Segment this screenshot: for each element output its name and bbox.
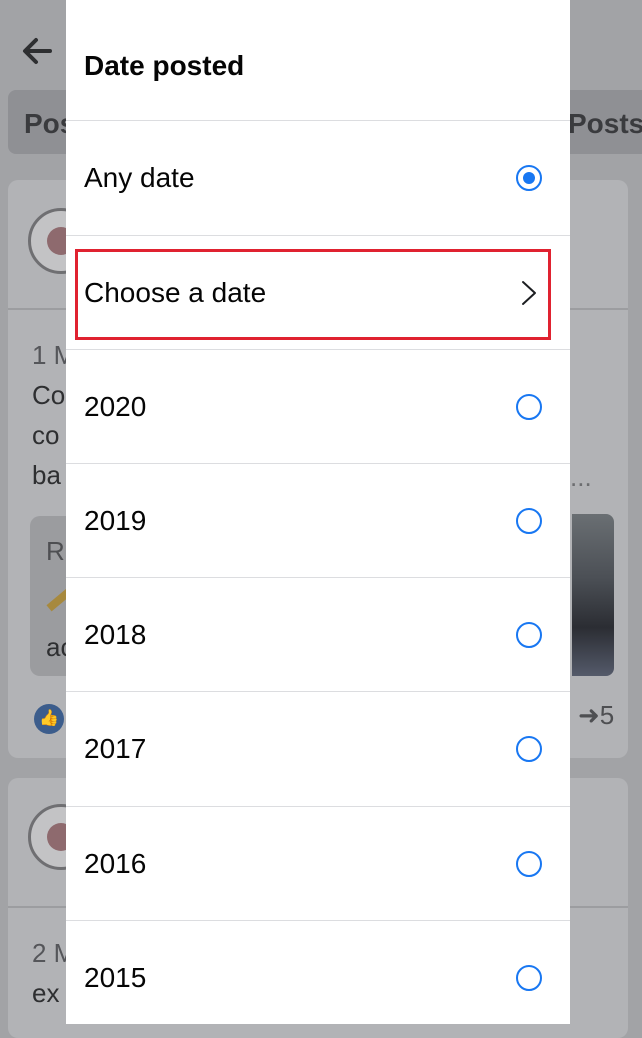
radio-icon[interactable] — [516, 394, 542, 420]
option-2020[interactable]: 2020 — [66, 350, 570, 464]
option-label: 2016 — [84, 848, 147, 879]
like-icon: 👍 — [34, 704, 64, 734]
option-2019[interactable]: 2019 — [66, 464, 570, 578]
share-count: ➜5 — [578, 700, 615, 730]
option-2016[interactable]: 2016 — [66, 807, 570, 921]
preview-label: R — [46, 536, 65, 566]
option-label: 2017 — [84, 733, 147, 764]
option-2015[interactable]: 2015 — [66, 921, 570, 1024]
post-photo — [572, 514, 614, 676]
option-label: 2019 — [84, 505, 147, 536]
tab-label: Posts — [568, 108, 642, 139]
panel-title: Date posted — [84, 50, 245, 81]
post-text: ex — [32, 978, 60, 1008]
radio-icon[interactable] — [516, 736, 542, 762]
arrow-left-icon[interactable] — [20, 34, 54, 68]
radio-icon[interactable] — [516, 851, 542, 877]
option-label: Any date — [84, 162, 195, 193]
option-label: 2015 — [84, 962, 147, 993]
more-dots: ... — [570, 462, 592, 492]
date-posted-panel: Date posted Any date Choose a date 2020 … — [66, 0, 570, 1024]
option-label: 2020 — [84, 391, 147, 422]
option-choose-a-date[interactable]: Choose a date — [66, 236, 570, 350]
post-text: Co — [32, 380, 66, 410]
option-label: Choose a date — [84, 277, 267, 308]
option-2017[interactable]: 2017 — [66, 692, 570, 806]
radio-selected-icon[interactable] — [516, 165, 542, 191]
option-2018[interactable]: 2018 — [66, 578, 570, 692]
radio-icon[interactable] — [516, 965, 542, 991]
chevron-right-icon — [522, 281, 536, 305]
post-text: co — [32, 420, 60, 450]
radio-icon[interactable] — [516, 622, 542, 648]
option-any-date[interactable]: Any date — [66, 121, 570, 235]
option-label: 2018 — [84, 619, 147, 650]
post-text: ba — [32, 460, 61, 490]
radio-icon[interactable] — [516, 508, 542, 534]
